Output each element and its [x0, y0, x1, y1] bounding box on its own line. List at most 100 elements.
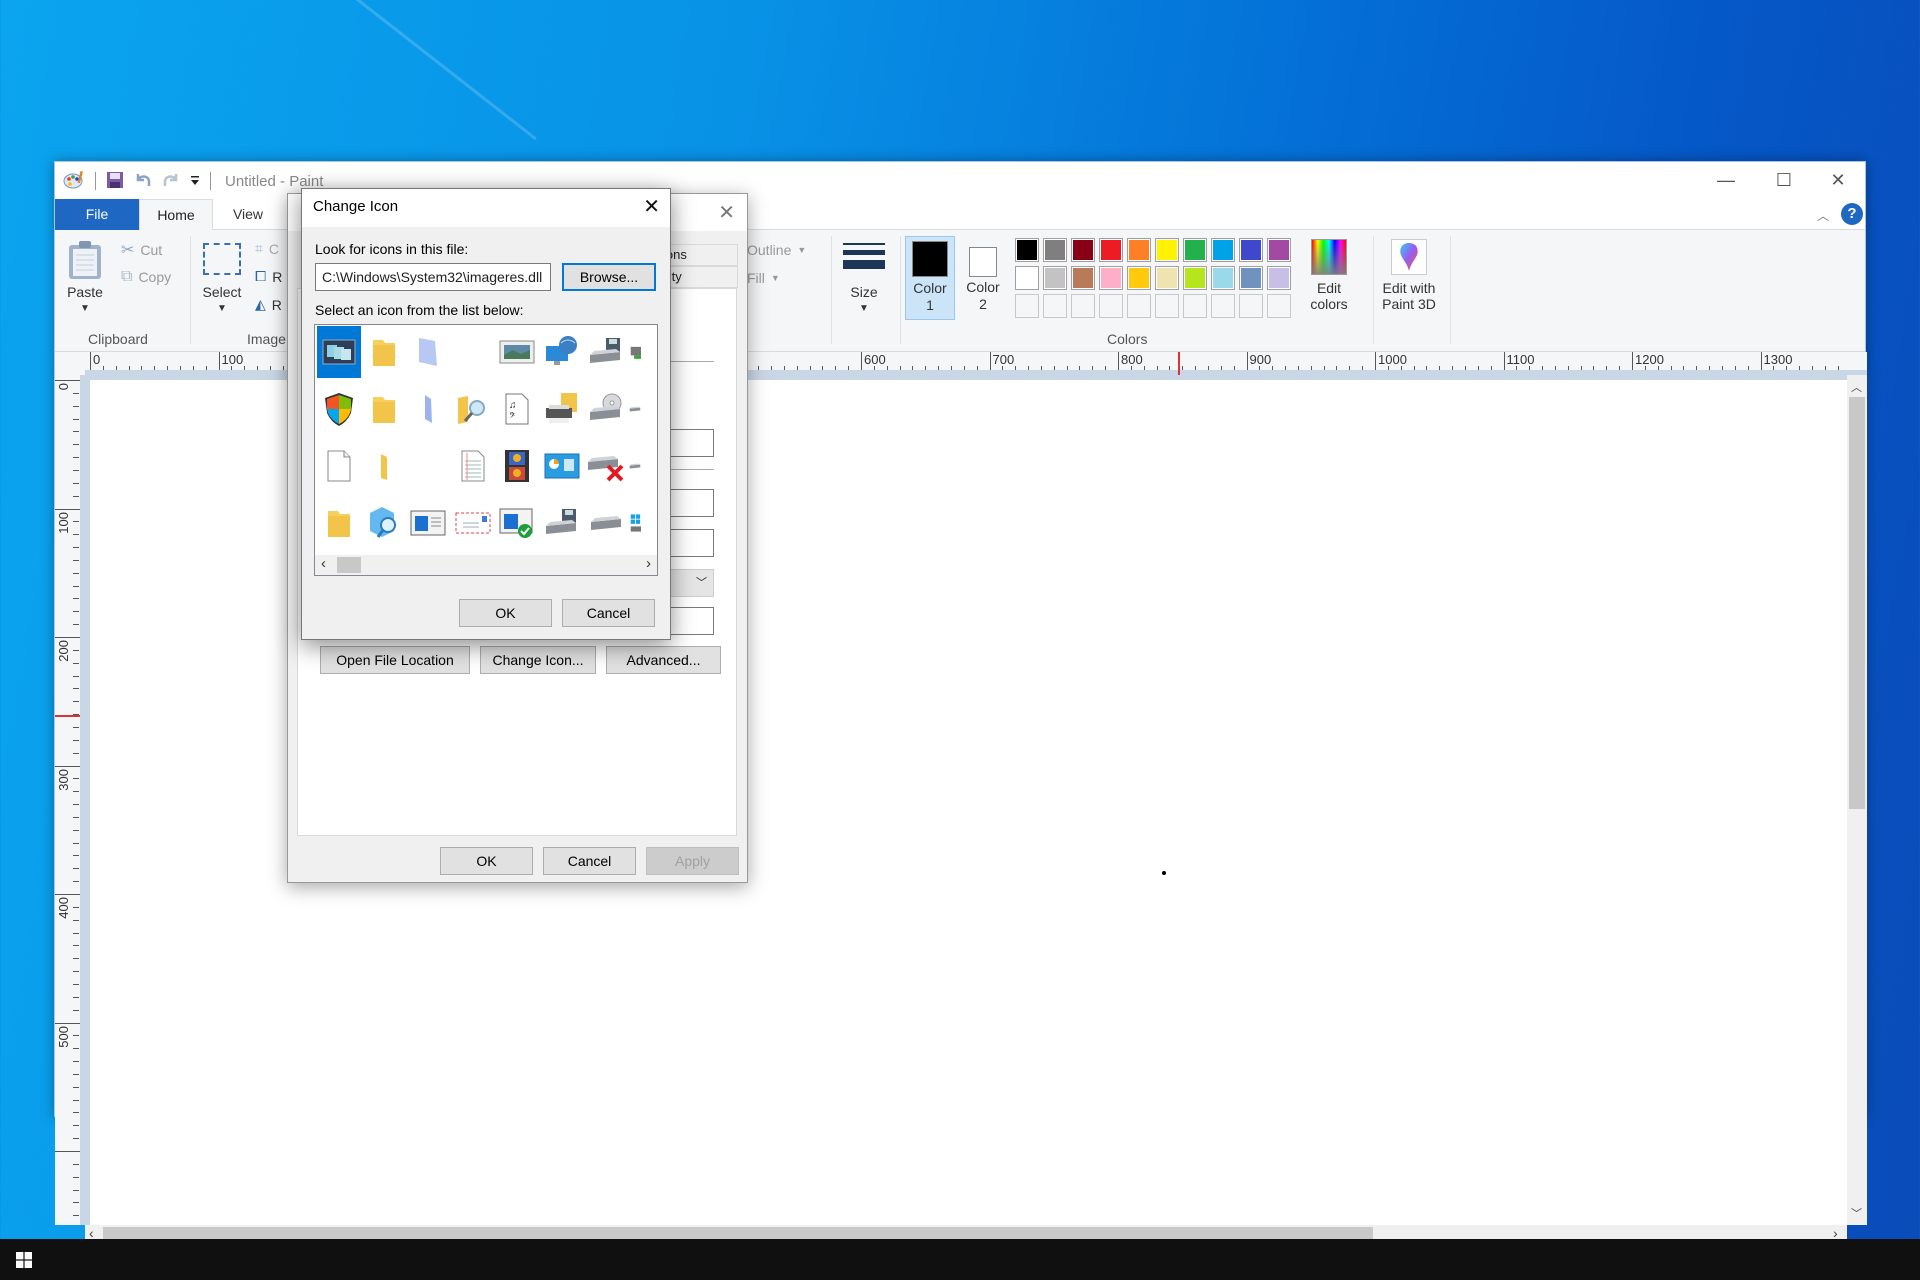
crop-button[interactable]: ⌗ C	[255, 240, 279, 257]
color-swatch[interactable]	[1043, 238, 1067, 262]
tab-view[interactable]: View	[213, 199, 283, 230]
icon-list-scrollbar[interactable]: ‹ ›	[315, 555, 657, 575]
screens-icon[interactable]	[317, 326, 361, 378]
custom-color-slot[interactable]	[1239, 294, 1263, 318]
text-document-icon[interactable]	[451, 440, 495, 492]
vertical-scroll-thumb[interactable]	[1849, 397, 1865, 809]
color2-button[interactable]: Color 2	[959, 236, 1009, 320]
color-swatch[interactable]	[1015, 238, 1039, 262]
envelope-icon[interactable]	[451, 497, 495, 549]
change-icon-button[interactable]: Change Icon...	[480, 646, 596, 674]
custom-color-slot[interactable]	[1015, 294, 1039, 318]
paint3d-label-1[interactable]: Edit with	[1373, 280, 1445, 297]
resize-button[interactable]: ⧠ R	[255, 268, 282, 285]
color-swatch[interactable]	[1155, 238, 1179, 262]
start-button[interactable]	[16, 1252, 32, 1271]
size-icon[interactable]	[843, 243, 885, 269]
maximize-button[interactable]: ☐	[1755, 162, 1813, 199]
advanced-button[interactable]: Advanced...	[606, 646, 721, 674]
change-icon-close-button[interactable]: ✕	[643, 194, 660, 219]
drive-icon[interactable]	[629, 383, 641, 435]
vertical-scrollbar[interactable]: ︿ ﹀	[1847, 375, 1867, 1225]
change-icon-ok-button[interactable]: OK	[459, 599, 552, 627]
outline-button[interactable]: Outline ▼	[747, 242, 806, 258]
color-swatch[interactable]	[1183, 266, 1207, 290]
folder-thin-icon[interactable]	[362, 440, 406, 492]
custom-color-slot[interactable]	[1211, 294, 1235, 318]
custom-color-slot[interactable]	[1127, 294, 1151, 318]
blue-folder-icon[interactable]	[406, 326, 450, 378]
window-check-icon[interactable]	[495, 497, 539, 549]
minimize-button[interactable]: —	[1697, 162, 1755, 199]
color-swatch[interactable]	[1043, 266, 1067, 290]
icon-list[interactable]: ‹ › ♫ 𝄢	[314, 324, 658, 576]
folder-icon[interactable]	[362, 326, 406, 378]
custom-color-slot[interactable]	[1043, 294, 1067, 318]
color-swatch[interactable]	[1211, 238, 1235, 262]
color-swatch[interactable]	[1127, 266, 1151, 290]
blank-document-icon[interactable]	[317, 440, 361, 492]
custom-color-slot[interactable]	[1071, 294, 1095, 318]
network-drive-icon[interactable]	[629, 326, 641, 378]
properties-close-button[interactable]: ✕	[718, 200, 735, 225]
fill-button[interactable]: Fill ▼	[747, 270, 780, 286]
film-icon[interactable]	[495, 440, 539, 492]
select-icon[interactable]	[203, 243, 241, 275]
open-file-location-button[interactable]: Open File Location	[320, 646, 470, 674]
color-swatch[interactable]	[1099, 238, 1123, 262]
color-swatch[interactable]	[1099, 266, 1123, 290]
custom-color-slot[interactable]	[1267, 294, 1291, 318]
paint-app-icon[interactable]	[63, 170, 85, 193]
window-app-icon[interactable]	[406, 497, 450, 549]
select-dropdown-icon[interactable]: ▼	[199, 300, 245, 317]
color-swatch[interactable]	[1267, 266, 1291, 290]
color-swatch[interactable]	[1127, 238, 1151, 262]
paint3d-icon[interactable]	[1391, 239, 1427, 275]
scroll-down-icon[interactable]: ﹀	[1851, 1205, 1862, 1221]
printer-folder-icon[interactable]	[540, 383, 584, 435]
tab-home[interactable]: Home	[139, 199, 213, 231]
color-swatch[interactable]	[1155, 266, 1179, 290]
custom-color-slot[interactable]	[1183, 294, 1207, 318]
edit-colors-icon[interactable]	[1311, 239, 1347, 275]
custom-color-slot[interactable]	[1099, 294, 1123, 318]
icon-scroll-left-icon[interactable]: ‹	[321, 555, 326, 572]
folder-icon[interactable]	[362, 383, 406, 435]
search-cube-icon[interactable]	[362, 497, 406, 549]
size-dropdown-icon[interactable]: ▼	[839, 300, 889, 317]
paste-button[interactable]	[67, 240, 103, 283]
tab-file[interactable]: File	[55, 199, 139, 230]
picture-icon[interactable]	[495, 326, 539, 378]
blank-icon[interactable]	[451, 326, 495, 378]
icon-scroll-thumb[interactable]	[337, 557, 361, 573]
blank-icon[interactable]	[406, 440, 450, 492]
music-sheet-icon[interactable]: ♫ 𝄢	[495, 383, 539, 435]
collapse-ribbon-icon[interactable]: ︿	[1817, 207, 1829, 224]
floppy-drive-icon[interactable]	[584, 326, 628, 378]
paint3d-label-2[interactable]: Paint 3D	[1373, 296, 1445, 313]
color-swatch[interactable]	[1239, 266, 1263, 290]
control-panel-icon[interactable]	[540, 440, 584, 492]
save-icon[interactable]	[106, 171, 124, 192]
globe-monitor-icon[interactable]	[540, 326, 584, 378]
color-swatch[interactable]	[1267, 238, 1291, 262]
edit-colors-label-2[interactable]: colors	[1301, 296, 1357, 313]
properties-ok-button[interactable]: OK	[440, 847, 533, 875]
help-icon[interactable]: ?	[1841, 203, 1863, 225]
change-icon-cancel-button[interactable]: Cancel	[562, 599, 655, 627]
undo-icon[interactable]	[134, 171, 152, 192]
drive-icon[interactable]	[584, 497, 628, 549]
folder-search-icon[interactable]	[451, 383, 495, 435]
windows-drive-icon[interactable]	[629, 497, 641, 549]
customize-qat-icon[interactable]	[190, 173, 200, 189]
properties-cancel-button[interactable]: Cancel	[543, 847, 636, 875]
color-swatch[interactable]	[1071, 238, 1095, 262]
color-swatch[interactable]	[1071, 266, 1095, 290]
browse-button[interactable]: Browse...	[562, 263, 656, 291]
shield-icon[interactable]	[317, 383, 361, 435]
paste-dropdown-icon[interactable]: ▼	[67, 300, 103, 317]
drive-icon[interactable]	[629, 440, 641, 492]
floppy-drive-icon[interactable]	[540, 497, 584, 549]
icon-file-path-input[interactable]: C:\Windows\System32\imageres.dll	[315, 263, 551, 291]
copy-button[interactable]: ⧉ Copy	[121, 268, 171, 286]
